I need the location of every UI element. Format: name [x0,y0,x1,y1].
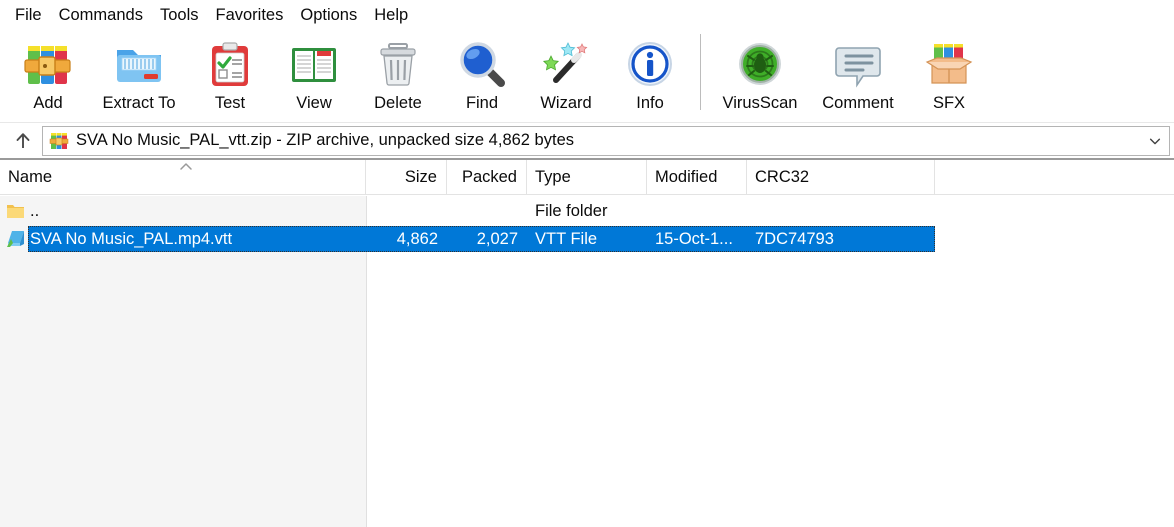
toolbar-extract-to-button[interactable]: Extract To [90,30,188,118]
toolbar-view-button[interactable]: View [272,30,356,118]
menu-tools[interactable]: Tools [152,3,207,28]
toolbar-virusscan-button[interactable]: VirusScan [711,30,809,118]
menu-commands[interactable]: Commands [51,3,151,28]
cell-modified: 15-Oct-1... [655,229,733,248]
file-list-panel[interactable]: Name Size Packed Type Modified CRC32 .. … [0,158,1174,527]
cell-type: File folder [535,201,608,220]
toolbar-find-button[interactable]: Find [440,30,524,118]
test-clipboard-icon [202,36,258,92]
column-header-packed[interactable]: Packed [447,160,527,195]
toolbar-test-button[interactable]: Test [188,30,272,118]
cell-type: VTT File [535,229,598,248]
cell-packed [447,198,527,224]
sfx-box-icon [921,36,977,92]
cell-size: 4,862 [396,229,438,248]
toolbar-sfx-button[interactable]: SFX [907,30,991,118]
comment-bubble-icon [830,36,886,92]
view-book-icon [286,36,342,92]
find-magnifier-icon [454,36,510,92]
info-circle-icon [622,36,678,92]
up-one-level-button[interactable] [4,124,42,158]
toolbar-test-label: Test [214,94,246,112]
toolbar-view-label: View [296,94,332,112]
up-arrow-icon [13,131,33,151]
toolbar: Add Extract To Test View Delete Find Wiz… [0,30,1174,122]
archive-path-text: SVA No Music_PAL_vtt.zip - ZIP archive, … [76,132,574,149]
chevron-down-icon[interactable] [1147,133,1163,149]
toolbar-wizard-label: Wizard [540,94,592,112]
archive-path-field[interactable]: SVA No Music_PAL_vtt.zip - ZIP archive, … [42,125,1170,156]
extract-folder-icon [111,36,167,92]
toolbar-comment-label: Comment [822,94,894,112]
column-header-crc32[interactable]: CRC32 [747,160,935,195]
toolbar-add-label: Add [33,94,63,112]
toolbar-sfx-label: SFX [932,94,966,112]
toolbar-find-label: Find [465,94,499,112]
toolbar-add-button[interactable]: Add [6,30,90,118]
file-list-header: Name Size Packed Type Modified CRC32 [0,160,1174,195]
add-archive-icon [20,36,76,92]
cell-packed: 2,027 [476,229,518,248]
toolbar-separator [700,34,701,110]
menu-bar: File Commands Tools Favorites Options He… [0,0,1174,30]
cell-name: SVA No Music_PAL.mp4.vtt [30,229,233,248]
virusscan-bug-icon [732,36,788,92]
toolbar-extract-to-label: Extract To [102,94,176,112]
toolbar-info-label: Info [636,94,664,112]
cell-modified [647,198,747,224]
column-header-type[interactable]: Type [527,160,647,195]
cell-crc32 [747,198,935,224]
winrar-window: File Commands Tools Favorites Options He… [0,0,1174,527]
wizard-wand-icon [538,36,594,92]
sort-ascending-icon [178,161,194,171]
column-header-size[interactable]: Size [366,160,447,195]
toolbar-info-button[interactable]: Info [608,30,692,118]
column-header-modified[interactable]: Modified [647,160,747,195]
address-bar: SVA No Music_PAL_vtt.zip - ZIP archive, … [0,122,1174,158]
toolbar-comment-button[interactable]: Comment [809,30,907,118]
table-row[interactable]: .. File folder [0,198,1174,224]
table-row[interactable]: SVA No Music_PAL.mp4.vtt 4,862 2,027 VTT… [0,226,1174,252]
cell-size [366,198,447,224]
menu-help[interactable]: Help [366,3,416,28]
menu-file[interactable]: File [7,3,50,28]
toolbar-delete-button[interactable]: Delete [356,30,440,118]
cell-name: .. [30,201,40,220]
toolbar-wizard-button[interactable]: Wizard [524,30,608,118]
toolbar-delete-label: Delete [374,94,422,112]
toolbar-virusscan-label: VirusScan [722,94,798,112]
rar-archive-icon [49,131,69,151]
menu-options[interactable]: Options [292,3,365,28]
menu-favorites[interactable]: Favorites [208,3,292,28]
cell-crc32: 7DC74793 [755,229,834,248]
column-header-name[interactable]: Name [0,160,366,195]
delete-trash-icon [370,36,426,92]
